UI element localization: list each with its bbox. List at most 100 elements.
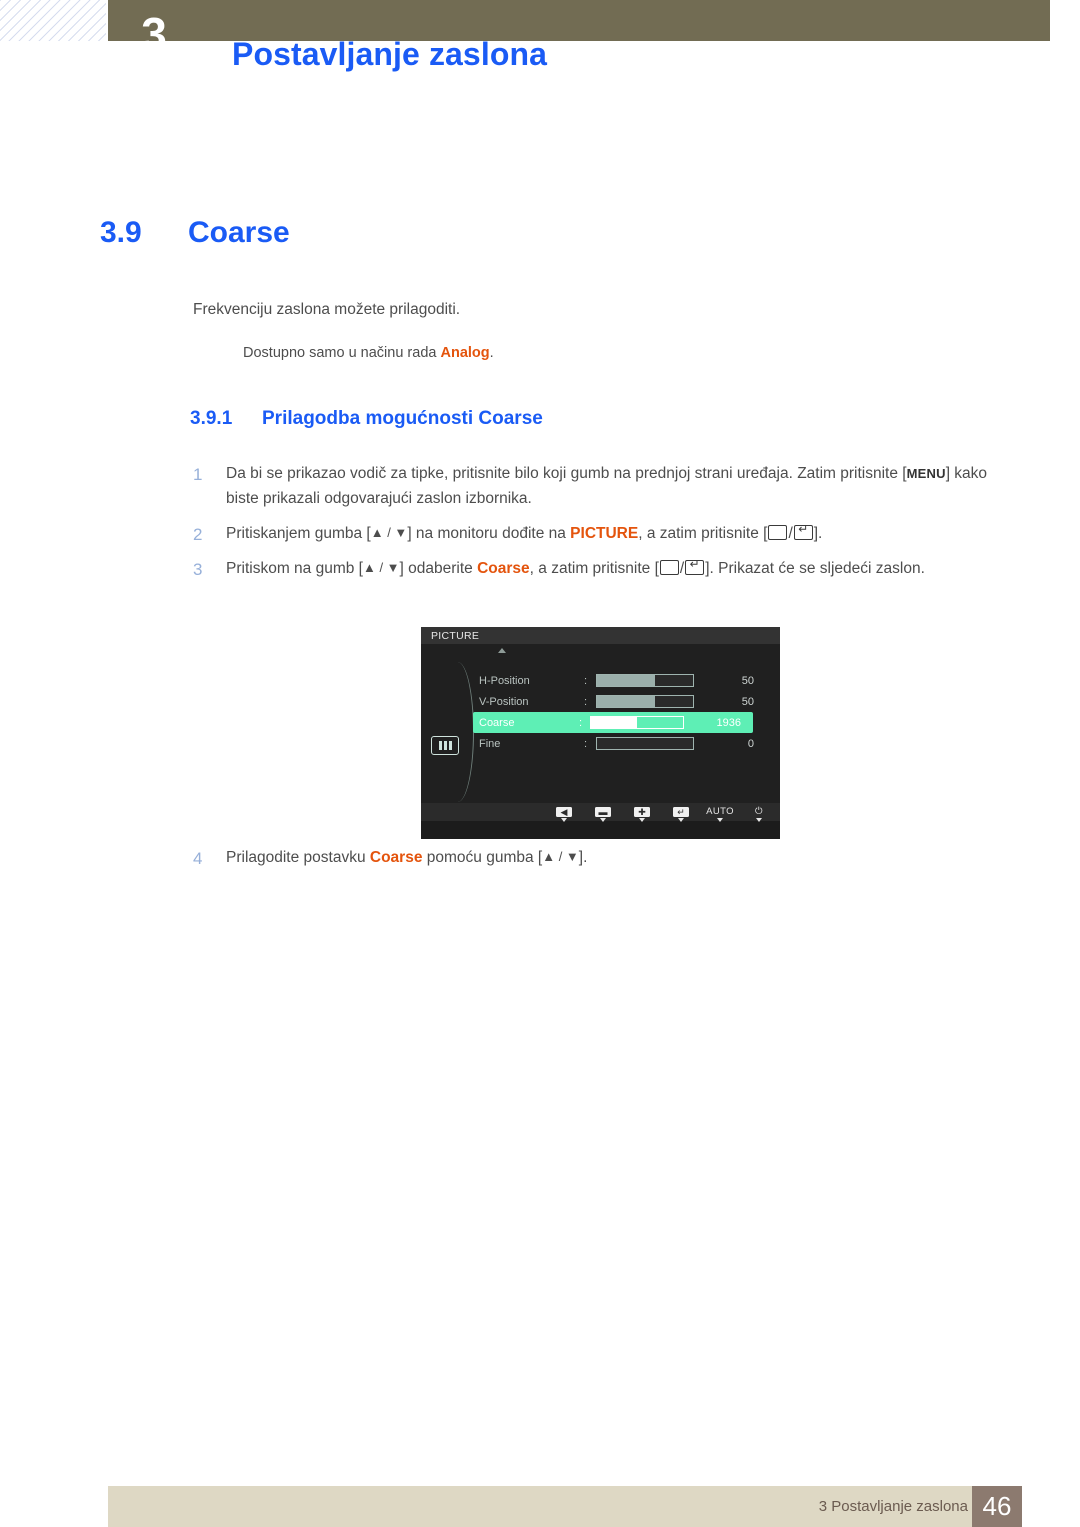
osd-value: 50 <box>741 695 754 708</box>
caret-down-icon <box>717 818 723 822</box>
osd-button-auto[interactable]: AUTO <box>706 806 734 822</box>
note-suffix: . <box>489 345 494 361</box>
osd-title-bar: PICTURE <box>421 627 780 644</box>
subsection-number: 3.9.1 <box>190 408 233 429</box>
section-note-text: Dostupno samo u načinu rada Analog. <box>243 342 494 364</box>
osd-button-guide-bar: ◀ ▬ ✚ ↵ AUTO ⏻ <box>421 803 780 822</box>
osd-button-power[interactable]: ⏻ <box>748 806 770 822</box>
step2-part1: Pritiskanjem gumba [ <box>226 525 371 542</box>
osd-row-coarse[interactable]: Coarse : 1936 <box>473 712 753 733</box>
step3-part1: Pritiskom na gumb [ <box>226 560 363 577</box>
up-down-arrow-icon: ▲ / ▼ <box>542 849 579 864</box>
osd-value: 0 <box>747 737 754 750</box>
section-title: Coarse <box>188 216 290 249</box>
osd-button-back[interactable]: ◀ <box>553 807 575 822</box>
enter-icon: ↵ <box>673 807 689 817</box>
step2-part4: / <box>788 525 793 542</box>
caret-down-icon <box>561 818 567 822</box>
step-text: Pritiskanjem gumba [▲ / ▼] na monitoru d… <box>226 521 822 549</box>
step-item: 4 Prilagodite postavku Coarse pomoću gum… <box>193 845 1023 873</box>
step2-highlight-picture: PICTURE <box>570 525 639 542</box>
source-button-icon <box>659 560 679 575</box>
power-icon: ⏻ <box>755 806 763 817</box>
caret-down-icon <box>678 818 684 822</box>
osd-menu-screenshot: PICTURE H-Position : 50 V-Position : 50 … <box>421 627 780 839</box>
osd-slider-fill <box>597 696 655 707</box>
step3-part2: ] odaberite <box>399 560 478 577</box>
step3-highlight-coarse: Coarse <box>477 560 530 577</box>
up-down-arrow-icon: ▲ / ▼ <box>362 560 400 575</box>
step3-part5: ]. Prikazat će se sljedeći zaslon. <box>705 560 925 577</box>
osd-curved-divider <box>447 662 474 802</box>
page-title: Postavljanje zaslona <box>232 36 548 72</box>
osd-slider-track[interactable] <box>590 716 684 729</box>
osd-slider-track[interactable] <box>596 737 694 750</box>
bar-1 <box>438 741 442 750</box>
step-item: 1 Da bi se prikazao vodič za tipke, prit… <box>193 461 1023 511</box>
osd-colon: : <box>584 737 588 750</box>
osd-title-label: PICTURE <box>431 629 480 642</box>
osd-slider-track[interactable] <box>596 674 694 687</box>
osd-value: 50 <box>741 674 754 687</box>
note-prefix: Dostupno samo u načinu rada <box>243 345 441 361</box>
section-intro-text: Frekvenciju zaslona možete prilagoditi. <box>193 301 461 318</box>
menu-key-label: MENU <box>906 466 946 481</box>
step-number: 1 <box>193 465 203 484</box>
plus-icon: ✚ <box>634 807 650 817</box>
osd-label: V-Position <box>479 695 529 708</box>
step-item: 3 Pritiskom na gumb [▲ / ▼] odaberite Co… <box>193 556 1023 584</box>
osd-colon: : <box>584 674 588 687</box>
footer-page-number: 46 <box>972 1486 1022 1527</box>
osd-button-minus[interactable]: ▬ <box>592 807 614 822</box>
osd-row-v-position[interactable]: V-Position : 50 <box>473 691 769 712</box>
osd-body: H-Position : 50 V-Position : 50 Coarse :… <box>421 644 780 822</box>
step3-part4: / <box>679 560 685 577</box>
section-heading: 3.9 Coarse <box>100 216 290 250</box>
subsection-title: Prilagodba mogućnosti Coarse <box>262 408 543 429</box>
step-item: 2 Pritiskanjem gumba [▲ / ▼] na monitoru… <box>193 521 1023 549</box>
osd-slider-track[interactable] <box>596 695 694 708</box>
source-button-icon <box>768 525 788 540</box>
up-down-arrow-icon: ▲ / ▼ <box>370 525 408 540</box>
step4-part1: Prilagodite postavku <box>226 849 370 866</box>
osd-slider-fill <box>597 675 655 686</box>
header-band <box>108 0 1050 41</box>
osd-row-h-position[interactable]: H-Position : 50 <box>473 670 769 691</box>
enter-button-icon <box>685 557 705 575</box>
step2-part5: ]. <box>813 525 823 542</box>
osd-row-fine[interactable]: Fine : 0 <box>473 733 769 754</box>
auto-label: AUTO <box>706 806 734 817</box>
step1-part1: Da bi se prikazao vodič za tipke, pritis… <box>226 465 907 482</box>
step4-highlight-coarse: Coarse <box>369 849 423 866</box>
footer-chapter-label: 3 Postavljanje zaslona <box>818 1498 968 1515</box>
osd-button-plus[interactable]: ✚ <box>631 807 653 822</box>
osd-label: Coarse <box>479 716 515 729</box>
osd-colon: : <box>579 716 583 729</box>
back-arrow-icon: ◀ <box>556 807 572 817</box>
note-highlight-analog: Analog <box>440 345 490 361</box>
minus-icon: ▬ <box>595 807 611 817</box>
step-number: 2 <box>193 525 203 544</box>
enter-button-icon <box>793 522 813 540</box>
osd-slider-fill <box>591 717 638 728</box>
osd-button-enter[interactable]: ↵ <box>670 807 692 822</box>
step-number: 4 <box>193 849 203 868</box>
step-number: 3 <box>193 560 203 579</box>
osd-value: 1936 <box>716 716 741 729</box>
subsection-heading: 3.9.1 Prilagodba mogućnosti Coarse <box>190 408 543 430</box>
step2-part3: , a zatim pritisnite [ <box>638 525 768 542</box>
caret-down-icon <box>756 818 762 822</box>
osd-label: H-Position <box>479 674 530 687</box>
caret-down-icon <box>639 818 645 822</box>
step-text: Da bi se prikazao vodič za tipke, pritis… <box>226 461 1023 511</box>
osd-colon: : <box>584 695 588 708</box>
osd-label: Fine <box>479 737 501 750</box>
caret-down-icon <box>600 818 606 822</box>
scroll-up-indicator-icon <box>498 648 506 653</box>
step4-part3: ]. <box>578 849 588 866</box>
step-text: Prilagodite postavku Coarse pomoću gumba… <box>226 845 587 873</box>
step-text: Pritiskom na gumb [▲ / ▼] odaberite Coar… <box>226 556 925 584</box>
step2-part2: ] na monitoru dođite na <box>407 525 571 542</box>
step3-part3: , a zatim pritisnite [ <box>529 560 659 577</box>
step4-part2: pomoću gumba [ <box>422 849 543 866</box>
